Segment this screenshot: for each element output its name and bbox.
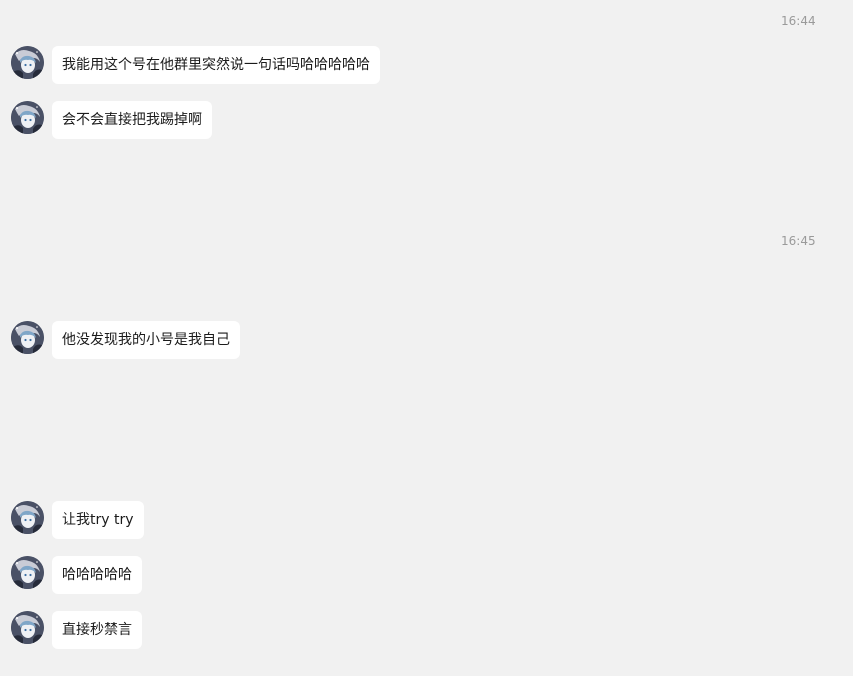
avatar[interactable] <box>11 101 44 134</box>
timestamp: 16:45 <box>781 234 816 248</box>
avatar-icon <box>11 611 44 644</box>
avatar[interactable] <box>11 556 44 589</box>
message-bubble[interactable]: 让我try try <box>52 501 144 539</box>
avatar[interactable] <box>11 611 44 644</box>
message-bubble[interactable]: 会不会直接把我踢掉啊 <box>52 101 212 139</box>
avatar[interactable] <box>11 321 44 354</box>
avatar-icon <box>11 501 44 534</box>
message-bubble[interactable]: 哈哈哈哈哈 <box>52 556 142 594</box>
avatar-icon <box>11 321 44 354</box>
avatar-icon <box>11 46 44 79</box>
avatar-icon <box>11 556 44 589</box>
message-bubble[interactable]: 他没发现我的小号是我自己 <box>52 321 240 359</box>
timestamp: 16:44 <box>781 14 816 28</box>
chat-window: 16:44 我能用这个号在他群里突然说一句话吗哈哈哈哈哈 会不会直接把我踢掉啊 … <box>0 0 853 676</box>
message-bubble[interactable]: 直接秒禁言 <box>52 611 142 649</box>
avatar[interactable] <box>11 501 44 534</box>
avatar-icon <box>11 101 44 134</box>
avatar[interactable] <box>11 46 44 79</box>
message-bubble[interactable]: 我能用这个号在他群里突然说一句话吗哈哈哈哈哈 <box>52 46 380 84</box>
